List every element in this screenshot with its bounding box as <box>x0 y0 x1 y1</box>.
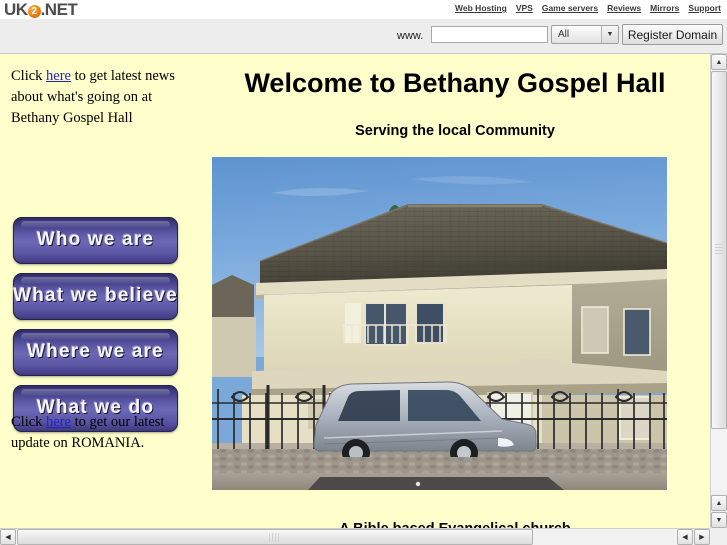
register-domain-label: Register Domain <box>627 27 718 42</box>
button-gloss-highlight <box>21 221 170 228</box>
page-content: Click here to get latest news about what… <box>0 54 710 528</box>
uk2-logo[interactable]: UK 2 .NET <box>4 0 78 19</box>
horizontal-scrollbar-thumb[interactable] <box>17 529 533 545</box>
news-paragraph: Click here to get latest news about what… <box>11 66 191 129</box>
romania-here-link[interactable]: here <box>46 414 71 430</box>
page-tagline: A Bible based Evangelical church <box>200 521 710 528</box>
nav-link-support[interactable]: Support <box>688 3 721 13</box>
sidebar-button-what-we-believe[interactable]: What we believe <box>13 273 178 320</box>
domain-name-input[interactable] <box>431 26 548 43</box>
page-title: Welcome to Bethany Gospel Hall <box>244 68 666 98</box>
uk2-nav: Web Hosting VPS Game servers Reviews Mirrors… <box>455 3 721 13</box>
browser-window: UK 2 .NET Web Hosting VPS Game servers Review… <box>0 0 727 545</box>
vertical-scrollbar-thumb[interactable] <box>711 71 727 429</box>
scroll-left-arrow-icon[interactable]: ◀ <box>0 529 16 545</box>
scroll-right-arrow-icon[interactable]: ▶ <box>694 529 710 545</box>
vertical-scrollbar[interactable]: ▲ ▲ ▼ <box>710 54 727 528</box>
scroll-left-arrow-secondary-icon[interactable]: ◀ <box>677 529 693 545</box>
scrollbar-corner <box>710 528 727 545</box>
button-gloss-highlight <box>21 333 170 340</box>
sidebar-button-label: Who we are <box>36 229 155 250</box>
romania-text-before: Click <box>11 414 47 430</box>
domain-search-bar: www. All ▼ Register Domain <box>0 19 727 54</box>
sidebar-button-label: Where we are <box>27 341 164 362</box>
horizontal-scrollbar[interactable]: ◀ ◀ ▶ <box>0 528 710 545</box>
tld-select-value: All <box>558 29 570 40</box>
scroll-up-arrow-bottom-icon[interactable]: ▲ <box>711 495 727 511</box>
nav-link-mirrors[interactable]: Mirrors <box>650 3 679 13</box>
tld-select[interactable]: All ▼ <box>551 25 619 44</box>
uk2-topbar: UK 2 .NET Web Hosting VPS Game servers Review… <box>0 0 727 20</box>
building-photo-graphic <box>212 157 667 490</box>
sidebar: Click here to get latest news about what… <box>0 54 200 528</box>
uk2-logo-suffix: .NET <box>40 0 78 19</box>
nav-link-web-hosting[interactable]: Web Hosting <box>455 3 507 13</box>
register-domain-button[interactable]: Register Domain <box>622 24 723 45</box>
nav-link-reviews[interactable]: Reviews <box>607 3 641 13</box>
page-subtitle: Serving the local Community <box>355 123 555 139</box>
nav-link-game-servers[interactable]: Game servers <box>542 3 598 13</box>
sidebar-button-label: What we believe <box>13 285 178 306</box>
news-text-before: Click <box>11 68 47 84</box>
scroll-up-arrow-icon[interactable]: ▲ <box>711 54 727 70</box>
button-gloss-highlight <box>21 389 170 396</box>
sidebar-button-where-we-are[interactable]: Where we are <box>13 329 178 376</box>
scrollbar-grip-icon <box>715 244 723 256</box>
sidebar-button-who-we-are[interactable]: Who we are <box>13 217 178 264</box>
building-photo <box>212 157 667 490</box>
main-content: Welcome to Bethany Gospel Hall Serving t… <box>200 54 710 528</box>
news-here-link[interactable]: here <box>46 68 71 84</box>
uk2-logo-badge-icon: 2 <box>27 5 41 18</box>
romania-paragraph: Click here to get our latest update on R… <box>11 412 191 454</box>
button-gloss-highlight <box>21 277 170 284</box>
nav-link-vps[interactable]: VPS <box>516 3 533 13</box>
scroll-down-arrow-icon[interactable]: ▼ <box>711 512 727 528</box>
uk2-logo-prefix: UK <box>4 0 28 19</box>
scrollbar-grip-icon <box>269 533 281 542</box>
www-prefix-label: www. <box>397 30 424 42</box>
chevron-down-icon: ▼ <box>601 26 618 43</box>
